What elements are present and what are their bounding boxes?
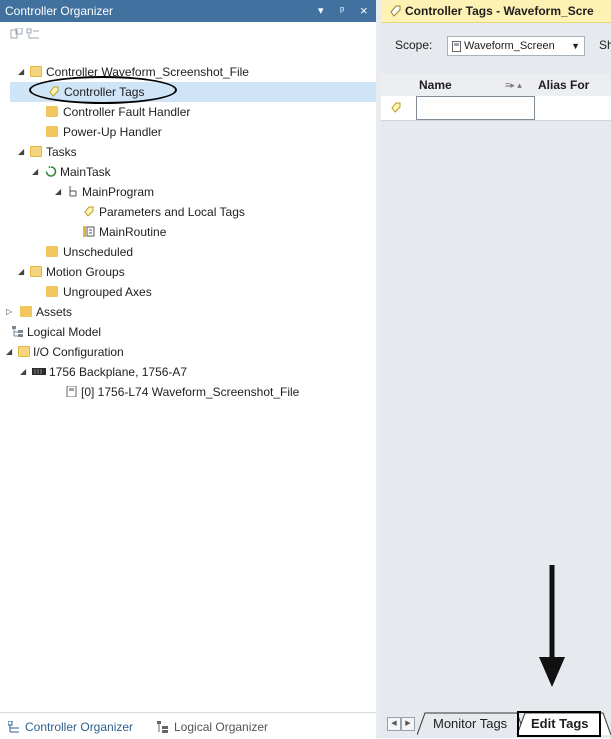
controller-organizer-icon bbox=[8, 721, 19, 733]
tag-editor-title-tab[interactable]: Controller Tags - Waveform_Scre bbox=[381, 0, 611, 23]
tag-icon bbox=[391, 102, 401, 113]
folder-icon bbox=[46, 246, 58, 257]
expander-icon[interactable]: ◢ bbox=[18, 62, 27, 82]
controller-organizer-pane: Controller Organizer ▾ ᵖ × ◢ Controller … bbox=[0, 0, 376, 739]
tag-grid-header: Name ≡▸ ▴ Alias For bbox=[381, 74, 611, 97]
folder-icon bbox=[46, 286, 58, 297]
expander-icon[interactable]: ◢ bbox=[18, 142, 27, 162]
tree-node-tasks[interactable]: ◢ Tasks bbox=[0, 142, 376, 162]
tree-node-fault-handler[interactable]: Controller Fault Handler bbox=[0, 102, 376, 122]
tree-node-logical-model[interactable]: Logical Model bbox=[0, 322, 376, 342]
tree-node-assets[interactable]: ▷ Assets bbox=[0, 302, 376, 322]
expander-icon[interactable]: ◢ bbox=[18, 262, 27, 282]
chevron-down-icon: ▼ bbox=[571, 41, 580, 51]
organizer-bottom-tabs: Controller Organizer Logical Organizer bbox=[0, 712, 376, 739]
tree-node-mainroutine[interactable]: MainRoutine bbox=[0, 222, 376, 242]
tree-node-io-configuration[interactable]: ◢ I/O Configuration bbox=[0, 342, 376, 362]
expander-icon[interactable]: ◢ bbox=[55, 182, 64, 202]
new-item-icon[interactable] bbox=[10, 28, 24, 40]
tag-grid-empty-area bbox=[381, 121, 611, 686]
column-header-name[interactable]: Name bbox=[419, 74, 452, 96]
tree-node-label: Parameters and Local Tags bbox=[99, 205, 245, 219]
show-label: Sh bbox=[599, 38, 611, 52]
tree-node-label: Controller Tags bbox=[64, 85, 145, 99]
tree-node-label: I/O Configuration bbox=[33, 345, 124, 359]
tag-grid-new-row[interactable] bbox=[381, 96, 611, 121]
tag-icon bbox=[84, 206, 94, 217]
tree-node-powerup-handler[interactable]: Power-Up Handler bbox=[0, 122, 376, 142]
tree-node-mainprogram[interactable]: ◢ MainProgram bbox=[0, 182, 376, 202]
tree-node-backplane[interactable]: ◢ 1756 Backplane, 1756-A7 bbox=[0, 362, 376, 382]
folder-icon bbox=[46, 126, 58, 137]
dropdown-icon[interactable]: ▾ bbox=[318, 0, 324, 22]
close-icon[interactable]: × bbox=[360, 0, 368, 22]
expander-icon[interactable]: ◢ bbox=[32, 162, 41, 182]
tree-node-label: 1756 Backplane, 1756-A7 bbox=[49, 365, 188, 379]
tree-node-label: Assets bbox=[36, 305, 73, 319]
tree-node-label: Logical Model bbox=[27, 325, 102, 339]
tab-monitor-tags[interactable]: Monitor Tags bbox=[433, 716, 507, 731]
controller-module-icon bbox=[66, 386, 77, 397]
controller-organizer-title-bar: Controller Organizer ▾ ᵖ × bbox=[0, 0, 376, 22]
tree-node-label: Tasks bbox=[46, 145, 77, 159]
tag-icon bbox=[49, 86, 59, 97]
tag-editor-title: Controller Tags - Waveform_Scre bbox=[405, 4, 594, 18]
tree-node-label: MainProgram bbox=[82, 185, 155, 199]
tree-node-label: Power-Up Handler bbox=[63, 125, 162, 139]
tree-node-label: Motion Groups bbox=[46, 265, 125, 279]
tree-node-controller-tags[interactable]: Controller Tags bbox=[10, 82, 376, 102]
edit-tags-highlight-box bbox=[517, 711, 601, 737]
name-cell-input[interactable] bbox=[416, 96, 535, 120]
tree-node-maintask[interactable]: ◢ MainTask bbox=[0, 162, 376, 182]
controller-folder-icon bbox=[30, 66, 42, 77]
expander-icon[interactable]: ◢ bbox=[20, 362, 29, 382]
tag-icon bbox=[390, 5, 401, 17]
tree-node-label: Controller Waveform_Screenshot_File bbox=[46, 65, 249, 79]
scroll-right-icon[interactable]: ▶ bbox=[401, 717, 415, 731]
folder-open-icon bbox=[30, 146, 42, 157]
logical-organizer-icon bbox=[157, 721, 168, 733]
folder-open-icon bbox=[18, 346, 30, 357]
scope-row: Scope: Waveform_Screen ▼ Sh bbox=[381, 34, 611, 58]
scope-label: Scope: bbox=[395, 38, 433, 52]
tree-node-label: Controller Fault Handler bbox=[63, 105, 191, 119]
tag-editor-pane: Controller Tags - Waveform_Scre Scope: W… bbox=[381, 0, 611, 738]
tree-node-parameters-local-tags[interactable]: Parameters and Local Tags bbox=[0, 202, 376, 222]
pin-icon[interactable]: ᵖ bbox=[340, 0, 344, 22]
scope-value: Waveform_Screen bbox=[464, 40, 555, 52]
controller-organizer-title: Controller Organizer bbox=[5, 4, 114, 18]
program-icon bbox=[69, 186, 77, 197]
scope-dropdown[interactable]: Waveform_Screen ▼ bbox=[447, 36, 585, 56]
tree-node-motion-groups[interactable]: ◢ Motion Groups bbox=[0, 262, 376, 282]
controller-module-icon bbox=[452, 41, 461, 52]
column-header-alias[interactable]: Alias For bbox=[538, 74, 589, 96]
folder-icon bbox=[20, 306, 32, 317]
expander-icon[interactable]: ◢ bbox=[6, 342, 15, 362]
tab-label: Controller Organizer bbox=[25, 720, 134, 734]
tree-node-controller[interactable]: ◢ Controller Waveform_Screenshot_File bbox=[0, 62, 376, 82]
task-cycle-icon bbox=[45, 166, 57, 177]
tree-node-label: Ungrouped Axes bbox=[63, 285, 152, 299]
tree-node-label: MainTask bbox=[60, 165, 111, 179]
backplane-icon bbox=[32, 368, 46, 375]
scroll-left-icon[interactable]: ◀ bbox=[387, 717, 401, 731]
folder-icon bbox=[46, 106, 58, 117]
editor-bottom-tabs: ◀ ▶ Monitor Tags Edit Tags bbox=[381, 710, 611, 738]
routine-icon bbox=[83, 226, 95, 237]
tab-label: Logical Organizer bbox=[174, 720, 269, 734]
tree-node-label: Unscheduled bbox=[63, 245, 134, 259]
logical-model-icon bbox=[12, 326, 23, 337]
tree-node-unscheduled[interactable]: Unscheduled bbox=[0, 242, 376, 262]
folder-open-icon bbox=[30, 266, 42, 277]
tree-node-label: [0] 1756-L74 Waveform_Screenshot_File bbox=[81, 385, 300, 399]
tree-node-label: MainRoutine bbox=[99, 225, 167, 239]
tree-node-controller-module[interactable]: [0] 1756-L74 Waveform_Screenshot_File bbox=[0, 382, 376, 402]
organizer-toolbar bbox=[0, 22, 376, 62]
column-filter-icon[interactable]: ≡▸ ▴ bbox=[505, 74, 522, 96]
tree-node-ungrouped-axes[interactable]: Ungrouped Axes bbox=[0, 282, 376, 302]
expander-icon[interactable]: ▷ bbox=[6, 302, 15, 322]
collapse-all-icon[interactable] bbox=[26, 28, 40, 40]
